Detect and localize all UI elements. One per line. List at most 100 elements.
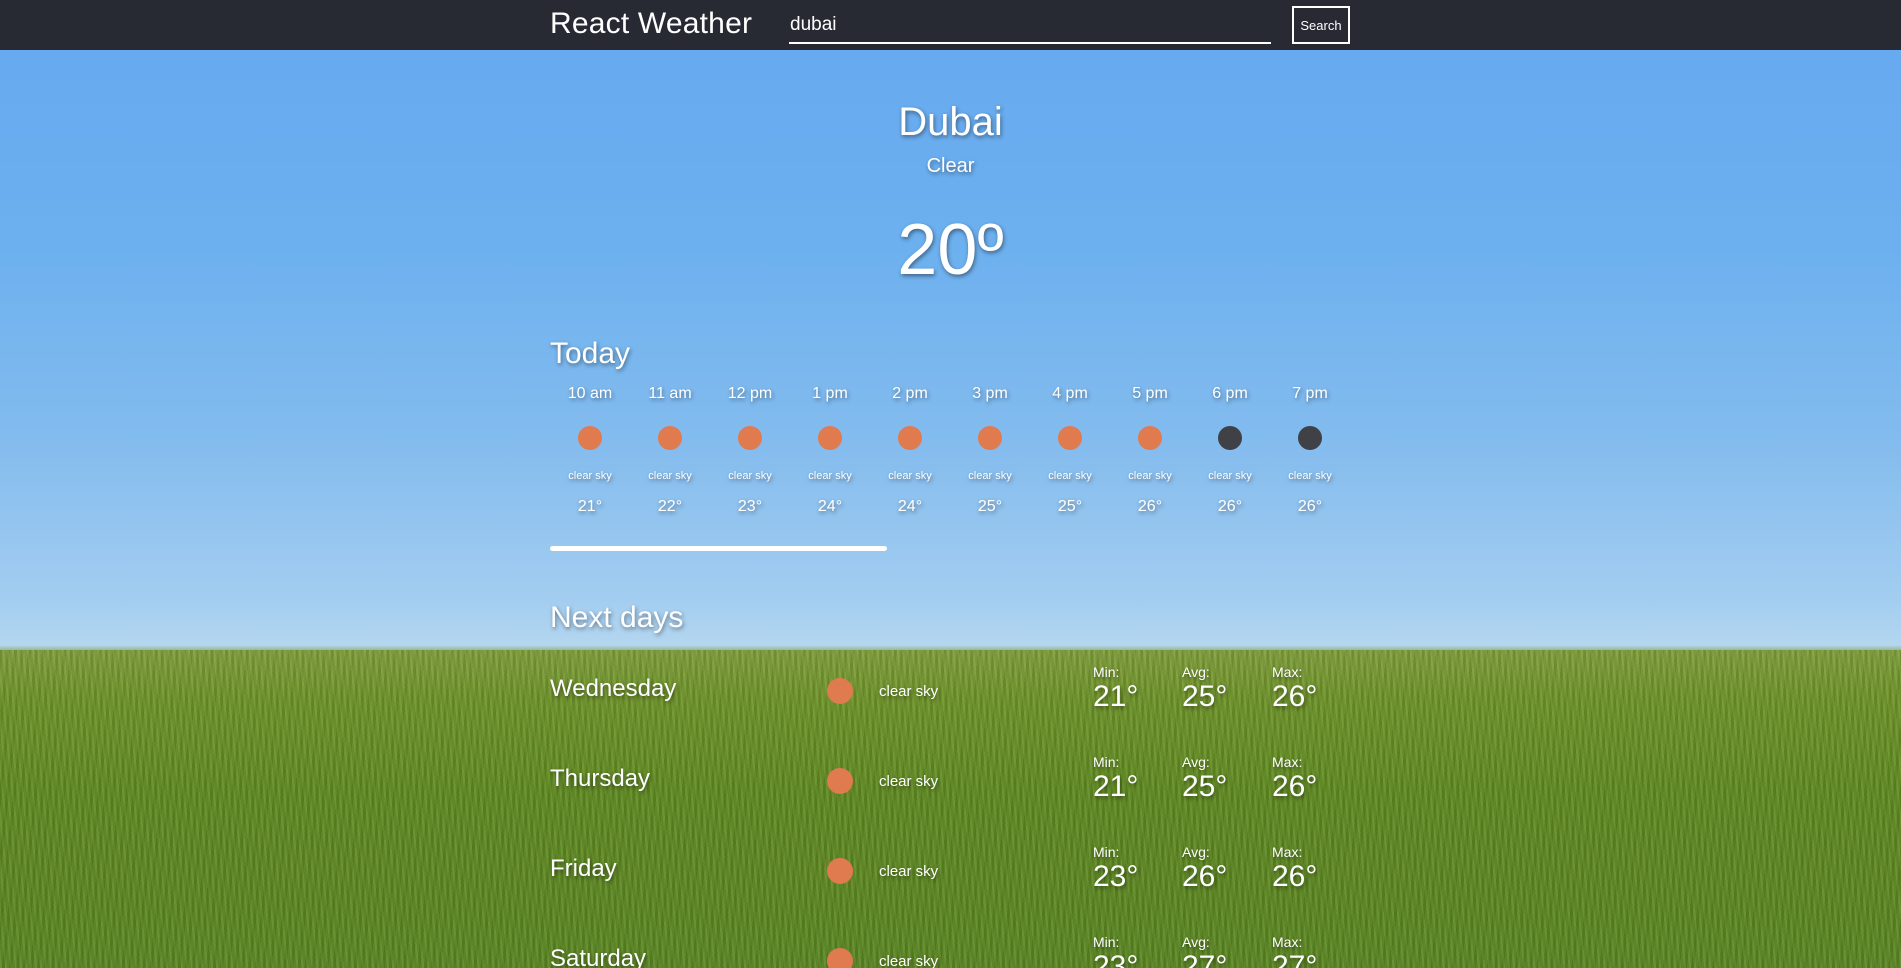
city-search-input[interactable] (789, 8, 1271, 44)
day-avg-stat: Avg: 25° (1182, 664, 1227, 714)
hour-temperature: 26° (1297, 498, 1323, 515)
hour-time: 12 pm (727, 385, 773, 402)
day-min-stat: Min: 21° (1093, 664, 1138, 714)
day-name: Friday (550, 855, 617, 882)
day-avg-label: Avg: (1182, 934, 1210, 950)
day-name: Saturday (550, 945, 647, 968)
day-avg-stat: Avg: 25° (1182, 754, 1227, 804)
day-max-stat: Max: 26° (1272, 844, 1317, 894)
sun-icon (827, 858, 853, 884)
hour-description: clear sky (1128, 470, 1172, 482)
daily-row: Friday clear sky Min: 23° Avg: 26° Max: 26° (550, 844, 1350, 904)
next-days-heading: Next days (550, 601, 684, 634)
day-max-label: Max: (1272, 844, 1303, 860)
day-name: Thursday (550, 765, 651, 792)
hour-time: 2 pm (892, 385, 928, 402)
day-max-stat: Max: 26° (1272, 664, 1317, 714)
hour-time: 3 pm (972, 385, 1008, 402)
daily-row: Wednesday clear sky Min: 21° Avg: 25° Max: 26° (550, 664, 1350, 724)
day-avg-value: 26° (1182, 860, 1228, 893)
hour-time: 7 pm (1292, 385, 1328, 402)
search-button[interactable]: Search (1292, 6, 1350, 44)
day-min-stat: Min: 23° (1093, 934, 1138, 968)
top-navbar: React Weather Search (0, 0, 1901, 50)
moon-icon (1298, 426, 1322, 450)
hour-description: clear sky (568, 470, 612, 482)
hourly-item: 3 pm clear sky 25° (950, 384, 1030, 517)
day-max-value: 27° (1272, 950, 1318, 968)
hourly-item: 1 pm clear sky 24° (790, 384, 870, 517)
hour-description: clear sky (888, 470, 932, 482)
day-max-label: Max: (1272, 934, 1303, 950)
moon-icon (1218, 426, 1242, 450)
hourly-scrollbar-thumb[interactable] (550, 546, 887, 551)
hour-temperature: 24° (897, 498, 923, 515)
weather-page: React Weather Search Dubai Clear 20º Tod… (0, 0, 1901, 968)
hour-temperature: 24° (817, 498, 843, 515)
day-avg-value: 25° (1182, 680, 1228, 713)
hour-description: clear sky (1048, 470, 1092, 482)
day-avg-label: Avg: (1182, 754, 1210, 770)
hour-temperature: 21° (577, 498, 603, 515)
city-name: Dubai (898, 100, 1003, 144)
hour-temperature: 23° (737, 498, 763, 515)
hour-temperature: 25° (1057, 498, 1083, 515)
sun-icon (978, 426, 1002, 450)
hour-time: 4 pm (1052, 385, 1088, 402)
day-min-stat: Min: 23° (1093, 844, 1138, 894)
day-max-value: 26° (1272, 770, 1318, 803)
day-description: clear sky (879, 773, 939, 790)
day-name: Wednesday (550, 675, 677, 702)
sun-icon (1058, 426, 1082, 450)
sun-icon (827, 678, 853, 704)
sun-icon (898, 426, 922, 450)
hour-time: 10 am (567, 385, 613, 402)
current-condition: Clear (926, 155, 975, 177)
day-max-value: 26° (1272, 680, 1318, 713)
sun-icon (827, 948, 853, 968)
day-min-label: Min: (1093, 844, 1120, 860)
day-max-stat: Max: 26° (1272, 754, 1317, 804)
day-description: clear sky (879, 683, 939, 700)
hour-description: clear sky (808, 470, 852, 482)
sun-icon (827, 768, 853, 794)
hourly-item: 11 am clear sky 22° (630, 384, 710, 517)
hourly-item: 5 pm clear sky 26° (1110, 384, 1190, 517)
day-description: clear sky (879, 863, 939, 880)
sun-icon (1138, 426, 1162, 450)
sun-icon (658, 426, 682, 450)
day-min-value: 23° (1093, 860, 1139, 893)
daily-row: Saturday clear sky Min: 23° Avg: 27° Max: 27° (550, 934, 1350, 968)
day-avg-value: 25° (1182, 770, 1228, 803)
sun-icon (578, 426, 602, 450)
sun-icon (818, 426, 842, 450)
hourly-item: 4 pm clear sky 25° (1030, 384, 1110, 517)
day-max-stat: Max: 27° (1272, 934, 1317, 968)
day-min-stat: Min: 21° (1093, 754, 1138, 804)
day-avg-label: Avg: (1182, 844, 1210, 860)
day-avg-stat: Avg: 26° (1182, 844, 1227, 894)
day-avg-stat: Avg: 27° (1182, 934, 1227, 968)
hourly-item: 10 am clear sky 21° (550, 384, 630, 517)
day-max-value: 26° (1272, 860, 1318, 893)
hour-time: 1 pm (812, 385, 848, 402)
day-min-value: 21° (1093, 680, 1139, 713)
day-max-label: Max: (1272, 754, 1303, 770)
hourly-forecast-list[interactable]: 10 am clear sky 21° 11 am clear sky 22° 12 pm c… (550, 384, 1350, 544)
hourly-item: 12 pm clear sky 23° (710, 384, 790, 517)
day-min-value: 23° (1093, 950, 1139, 968)
day-min-label: Min: (1093, 664, 1120, 680)
hour-temperature: 26° (1217, 498, 1243, 515)
today-heading: Today (550, 337, 631, 370)
hour-temperature: 25° (977, 498, 1003, 515)
sun-icon (738, 426, 762, 450)
hour-temperature: 26° (1137, 498, 1163, 515)
day-min-label: Min: (1093, 934, 1120, 950)
app-title: React Weather (550, 7, 753, 40)
hour-description: clear sky (1208, 470, 1252, 482)
current-temperature: 20º (897, 210, 1004, 290)
day-description: clear sky (879, 953, 939, 968)
hour-temperature: 22° (657, 498, 683, 515)
hour-time: 11 am (648, 385, 692, 402)
day-max-label: Max: (1272, 664, 1303, 680)
